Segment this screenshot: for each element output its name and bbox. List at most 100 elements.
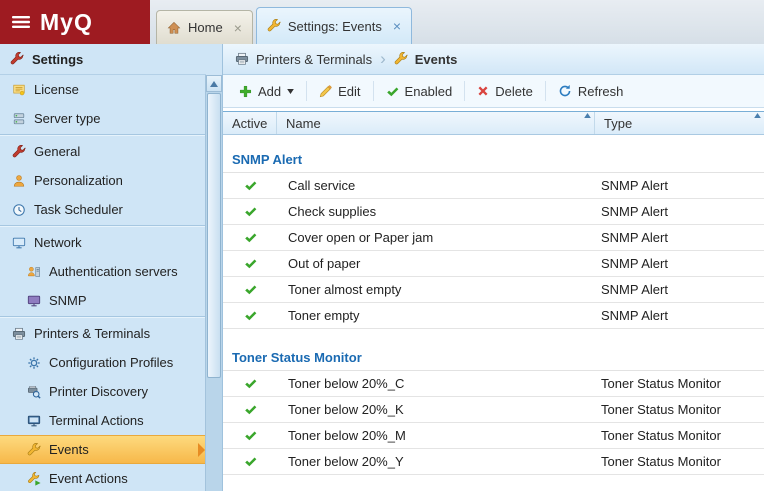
sidebar-item-printer-discovery[interactable]: Printer Discovery — [0, 377, 206, 406]
pencil-icon — [319, 85, 332, 98]
cell-type: SNMP Alert — [595, 178, 764, 193]
settings-sidebar: Settings License Server type GeneralPerson… — [0, 44, 223, 491]
check-icon — [244, 429, 257, 442]
sidebar-item-label: Configuration Profiles — [49, 355, 173, 370]
scrollbar-up-button[interactable] — [206, 75, 222, 92]
table-row-toner-below-20-m[interactable]: Toner below 20%_MToner Status Monitor — [223, 423, 764, 449]
table-row-out-of-paper[interactable]: Out of paperSNMP Alert — [223, 251, 764, 277]
cell-type: SNMP Alert — [595, 204, 764, 219]
cell-name: Toner below 20%_Y — [277, 454, 595, 469]
wrench-play-icon — [27, 472, 41, 486]
sidebar-item-license[interactable]: License — [0, 75, 206, 104]
cell-name: Cover open or Paper jam — [277, 230, 595, 245]
sidebar-inner: Settings License Server type GeneralPerson… — [0, 44, 206, 491]
delete-button[interactable]: Delete — [465, 79, 545, 103]
cell-name: Toner below 20%_M — [277, 428, 595, 443]
sidebar-item-personalization[interactable]: Personalization — [0, 166, 206, 195]
check-icon — [244, 309, 257, 322]
hamburger-menu-icon[interactable] — [12, 15, 30, 29]
top-bar: MyQ Home×Settings: Events× — [0, 0, 764, 44]
add-button[interactable]: Add — [227, 79, 306, 103]
cell-type: Toner Status Monitor — [595, 376, 764, 391]
sidebar-item-label: SNMP — [49, 293, 87, 308]
table-row-toner-almost-empty[interactable]: Toner almost emptySNMP Alert — [223, 277, 764, 303]
table-row-check-supplies[interactable]: Check suppliesSNMP Alert — [223, 199, 764, 225]
button-label: Delete — [495, 84, 533, 99]
check-icon — [244, 257, 257, 270]
scrollbar-thumb[interactable] — [207, 93, 221, 378]
sort-asc-icon — [584, 113, 591, 118]
sidebar-item-label: License — [34, 82, 79, 97]
tab-home[interactable]: Home × — [156, 10, 253, 44]
check-icon — [244, 179, 257, 192]
sidebar-item-authentication-servers[interactable]: Authentication servers — [0, 257, 206, 286]
cell-type: SNMP Alert — [595, 256, 764, 271]
sidebar-item-printers-terminals[interactable]: Printers & Terminals — [0, 319, 206, 348]
breadcrumb-events[interactable]: Events — [394, 52, 458, 67]
column-header-type[interactable]: Type — [595, 112, 764, 134]
sidebar-item-label: Server type — [34, 111, 100, 126]
sidebar-item-snmp[interactable]: SNMP — [0, 286, 206, 315]
enabled-button[interactable]: Enabled — [374, 79, 465, 103]
sidebar-header-label: Settings — [32, 52, 83, 67]
printer-icon — [12, 327, 26, 341]
group-title-snmp-alert: SNMP Alert — [223, 147, 764, 173]
sidebar-item-configuration-profiles[interactable]: Configuration Profiles — [0, 348, 206, 377]
app-window: MyQ Home×Settings: Events× Settings Lice… — [0, 0, 764, 491]
brand-area: MyQ — [0, 0, 150, 44]
tab-strip: Home×Settings: Events× — [150, 0, 412, 44]
sidebar-item-label: Network — [34, 235, 82, 250]
tab-close-icon[interactable]: × — [234, 21, 242, 35]
breadcrumb-printers-terminals[interactable]: Printers & Terminals — [235, 52, 372, 67]
edit-button[interactable]: Edit — [307, 79, 372, 103]
table-row-call-service[interactable]: Call serviceSNMP Alert — [223, 173, 764, 199]
column-header-active[interactable]: Active — [223, 112, 277, 134]
main-panel: Printers & Terminals › Events AddEditEna… — [223, 44, 764, 491]
tab-settings-events[interactable]: Settings: Events× — [256, 7, 412, 44]
cell-name: Toner below 20%_C — [277, 376, 595, 391]
person-icon — [12, 174, 26, 188]
refresh-button[interactable]: Refresh — [546, 79, 636, 103]
cell-name: Call service — [277, 178, 595, 193]
plus-icon — [239, 85, 252, 98]
cell-type: SNMP Alert — [595, 282, 764, 297]
sidebar-item-events[interactable]: Events — [0, 435, 206, 464]
column-header-name[interactable]: Name — [277, 112, 595, 134]
table-row-toner-below-20-c[interactable]: Toner below 20%_CToner Status Monitor — [223, 371, 764, 397]
monitor-purple-icon — [27, 294, 41, 308]
sort-asc-icon — [754, 113, 761, 118]
table-row-cover-open-or-paper-jam[interactable]: Cover open or Paper jamSNMP Alert — [223, 225, 764, 251]
tools-red-icon — [12, 145, 26, 159]
cell-type: SNMP Alert — [595, 308, 764, 323]
sidebar-item-label: Printers & Terminals — [34, 326, 150, 341]
gear-icon — [27, 356, 41, 370]
arrow-up-icon — [210, 81, 218, 87]
check-icon — [244, 231, 257, 244]
column-label: Type — [604, 116, 632, 131]
sidebar-item-list: License Server type GeneralPersonalization… — [0, 75, 206, 491]
auth-server-icon — [27, 265, 41, 279]
sidebar-separator — [0, 316, 206, 318]
group-title-toner-status-monitor: Toner Status Monitor — [223, 345, 764, 371]
sidebar-item-network[interactable]: Network — [0, 228, 206, 257]
table-row-toner-below-20-y[interactable]: Toner below 20%_YToner Status Monitor — [223, 449, 764, 475]
wrench-icon — [394, 52, 408, 66]
cell-type: Toner Status Monitor — [595, 402, 764, 417]
tab-label: Home — [188, 20, 223, 35]
cell-name: Toner empty — [277, 308, 595, 323]
sidebar-item-event-actions[interactable]: Event Actions — [0, 464, 206, 491]
server-icon — [12, 112, 26, 126]
check-icon — [244, 377, 257, 390]
sidebar-item-general[interactable]: General — [0, 137, 206, 166]
sidebar-scrollbar[interactable] — [205, 75, 222, 491]
sidebar-item-server-type[interactable]: Server type — [0, 104, 206, 133]
tab-close-icon[interactable]: × — [393, 19, 401, 33]
events-table-body: SNMP AlertCall serviceSNMP AlertCheck su… — [223, 135, 764, 491]
sidebar-item-task-scheduler[interactable]: Task Scheduler — [0, 195, 206, 224]
sidebar-item-label: Events — [49, 442, 89, 457]
table-row-toner-empty[interactable]: Toner emptySNMP Alert — [223, 303, 764, 329]
sidebar-item-terminal-actions[interactable]: Terminal Actions — [0, 406, 206, 435]
brand-logo: MyQ — [40, 9, 93, 36]
table-row-toner-below-20-k[interactable]: Toner below 20%_KToner Status Monitor — [223, 397, 764, 423]
sidebar-header: Settings — [0, 44, 206, 75]
